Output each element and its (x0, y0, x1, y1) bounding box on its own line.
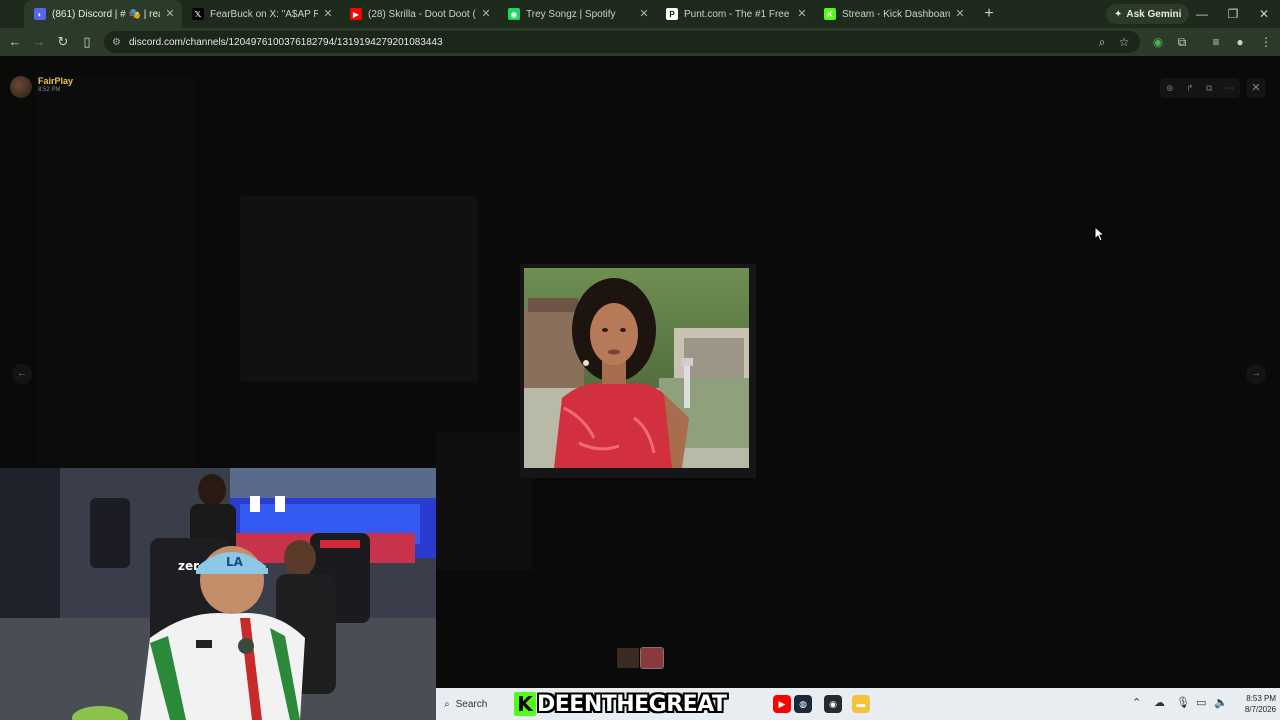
microphone-icon[interactable]: 🎙 (1176, 696, 1190, 709)
svg-text:LA: LA (226, 555, 244, 569)
new-tab-icon[interactable]: + (978, 3, 1000, 25)
volume-icon[interactable]: 🔈 (1214, 696, 1228, 709)
obs-icon[interactable]: ◉ (824, 695, 842, 713)
kick-logo: K (514, 692, 536, 716)
display-icon[interactable]: ▭ (1196, 696, 1206, 709)
tab-close-icon[interactable]: ✕ (638, 8, 650, 20)
photo-woman-red-top (524, 268, 749, 468)
address-bar[interactable]: ⚙ discord.com/channels/12049761003761827… (104, 31, 1140, 53)
tab-title: Punt.com - The #1 Free to Play (684, 8, 792, 20)
browser-menu-icon[interactable]: ⋮ (1256, 30, 1276, 54)
discord-icon: ◐ (34, 8, 46, 20)
back-icon[interactable]: ← (3, 30, 27, 54)
search-icon: ⌕ (444, 698, 450, 710)
extensions-puzzle-icon[interactable]: ⧉ (1172, 30, 1192, 54)
tab-title: FearBuck on X: "A$AP Rocky g… (210, 8, 318, 20)
viewer-image[interactable] (524, 268, 749, 468)
mouse-cursor-icon (1094, 226, 1106, 242)
youtube-icon[interactable]: ▶ (773, 695, 791, 713)
streamer-overlay: K DEENTHEGREAT (514, 690, 727, 718)
uploader-time: 8:52 PM (38, 87, 61, 93)
tab-close-icon[interactable]: ✕ (322, 8, 334, 20)
viewer-toolbar: ⊕ ↱ ⧉ ⋯ (1160, 78, 1240, 98)
restore-icon[interactable]: ❐ (1223, 4, 1243, 24)
tab-close-icon[interactable]: ✕ (796, 8, 808, 20)
steam-icon[interactable]: ◍ (794, 695, 812, 713)
browser-toolbar: ← → ↻ ▯ ⚙ discord.com/channels/120497610… (0, 28, 1280, 56)
tray-app-icon[interactable]: ☁ (1154, 696, 1165, 709)
uploader-avatar[interactable] (10, 76, 32, 98)
uploader-info: FairPlay 8:52 PM (10, 76, 73, 98)
gemini-sparkle-icon: ✦ (1114, 8, 1123, 20)
punt-icon: P (666, 8, 678, 20)
thumbnail-2[interactable] (640, 647, 664, 669)
site-info-icon[interactable]: ⚙ (112, 37, 121, 48)
taskbar-search[interactable]: ⌕ Search (440, 693, 510, 715)
streamer-webcam: LA zer (0, 468, 436, 720)
tab-title: Stream - Kick Dashboard (842, 8, 950, 20)
tab-4[interactable]: ◉ Trey Songz | Spotify ✕ (498, 0, 656, 28)
svg-text:zer: zer (178, 559, 199, 573)
window-close-icon[interactable]: ✕ (1254, 4, 1274, 24)
clock-date: 8/7/2026 (1244, 705, 1276, 714)
message-image-dimmed (240, 196, 478, 382)
more-options-icon[interactable]: ⋯ (1225, 83, 1234, 94)
tab-5[interactable]: P Punt.com - The #1 Free to Play ✕ (656, 0, 814, 28)
tab-1[interactable]: ◐ (861) Discord | # 🎭 | reactions ✕ (24, 0, 182, 28)
url-text: discord.com/channels/1204976100376182794… (128, 36, 443, 48)
zoom-icon[interactable]: ⌕ (1092, 30, 1112, 54)
previous-image-button[interactable]: ← (12, 364, 32, 384)
spotify-icon: ◉ (508, 8, 520, 20)
tab-6[interactable]: K Stream - Kick Dashboard ✕ (814, 0, 972, 28)
tab-title: Trey Songz | Spotify (526, 8, 616, 20)
bookmark-star-icon[interactable]: ☆ (1114, 30, 1134, 54)
tab-close-icon[interactable]: ✕ (164, 8, 176, 20)
uploader-name[interactable]: FairPlay (38, 76, 73, 86)
reload-icon[interactable]: ↻ (51, 30, 75, 54)
open-original-icon[interactable]: ⧉ (1206, 83, 1212, 94)
minimize-icon[interactable]: — (1192, 4, 1212, 24)
tab-title: (28) Skrilla - Doot Doot (6 7) (O… (368, 8, 476, 20)
forward-icon[interactable]: → (27, 30, 51, 54)
message-image-dimmed-2 (436, 432, 532, 570)
thumbnail-1[interactable] (617, 648, 639, 668)
extension-badge-icon[interactable]: ◉ (1148, 30, 1168, 54)
thumbnail-strip (617, 647, 664, 669)
next-image-button[interactable]: → (1246, 364, 1266, 384)
tab-2[interactable]: 𝕏 FearBuck on X: "A$AP Rocky g… ✕ (182, 0, 340, 28)
tab-strip: ◐ (861) Discord | # 🎭 | reactions ✕ 𝕏 FearBu… (0, 0, 1280, 28)
zoom-in-icon[interactable]: ⊕ (1166, 83, 1174, 94)
clock-time: 8:53 PM (1246, 694, 1276, 703)
x-icon: 𝕏 (192, 8, 204, 20)
ask-gemini-button[interactable]: ✦ Ask Gemini (1106, 4, 1190, 24)
webcam-scene: LA zer (0, 468, 436, 720)
taskbar-clock[interactable]: 8:53 PM 8/7/2026 (1230, 693, 1276, 715)
channel-panel-dimmed (36, 76, 196, 476)
ask-gemini-label: Ask Gemini (1126, 8, 1182, 20)
taskbar-search-label: Search (455, 698, 488, 710)
tab-close-icon[interactable]: ✕ (954, 8, 966, 20)
profile-avatar-icon[interactable]: ● (1230, 30, 1250, 54)
tab-title: (861) Discord | # 🎭 | reactions (52, 8, 160, 20)
youtube-icon: ▶ (350, 8, 362, 20)
tray-overflow-icon[interactable]: ⌃ (1132, 696, 1141, 709)
file-explorer-icon[interactable]: ▬ (852, 695, 870, 713)
tab-3[interactable]: ▶ (28) Skrilla - Doot Doot (6 7) (O… ✕ (340, 0, 498, 28)
tab-close-icon[interactable]: ✕ (480, 8, 492, 20)
viewer-close-button[interactable]: ✕ (1246, 78, 1266, 98)
media-controls-icon[interactable]: ≡ (1206, 30, 1226, 54)
streamer-handle: DEENTHEGREAT (537, 691, 727, 717)
kick-icon: K (824, 8, 836, 20)
split-view-icon[interactable]: ▯ (75, 30, 99, 54)
forward-share-icon[interactable]: ↱ (1186, 83, 1194, 94)
